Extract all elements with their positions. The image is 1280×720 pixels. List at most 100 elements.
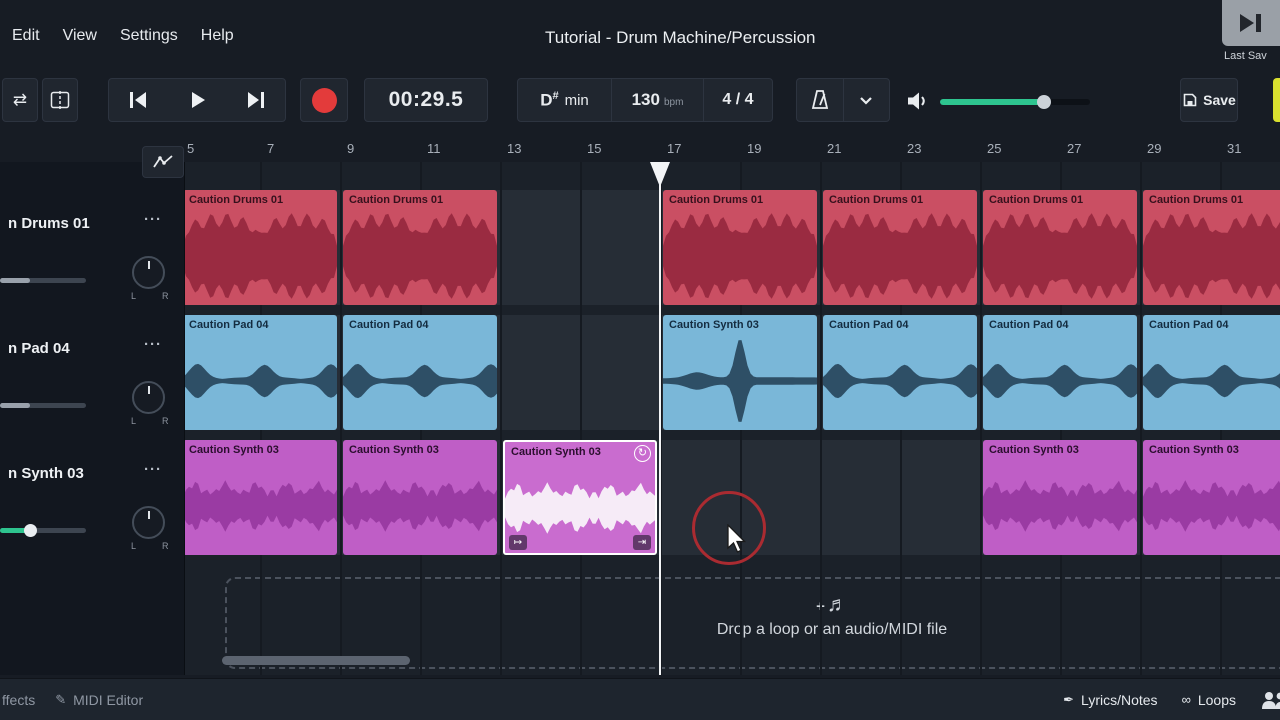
split-view-icon xyxy=(50,91,70,109)
volume-fill xyxy=(940,99,1044,105)
infinity-icon: ∞ xyxy=(1181,692,1191,707)
midi-editor-button[interactable]: ✎ MIDI Editor xyxy=(55,692,143,708)
clip-pad[interactable]: Caution Synth 03 xyxy=(663,315,817,430)
clip-label: Caution Drums 01 xyxy=(349,194,444,206)
save-button[interactable]: Save xyxy=(1180,78,1238,122)
clip-pad[interactable]: Caution Pad 04 xyxy=(823,315,977,430)
ruler-bar-number: 13 xyxy=(507,141,522,156)
timeline-ruler[interactable]: 5 7 9 11 13 15 17 19 21 23 25 27 29 31 xyxy=(185,132,1280,162)
loop-toggle-button[interactable]: ⇄ xyxy=(2,78,38,122)
waveform xyxy=(823,363,977,399)
automation-button[interactable] xyxy=(142,146,184,178)
volume-slider[interactable] xyxy=(0,403,86,408)
effects-button[interactable]: ffects xyxy=(2,692,35,708)
waveform xyxy=(185,480,337,532)
clip-pad[interactable]: Caution Pad 04 xyxy=(343,315,497,430)
clip-pad[interactable]: Caution Pad 04 xyxy=(185,315,337,430)
waveform xyxy=(983,213,1137,299)
waveform xyxy=(663,340,817,422)
loops-label: Loops xyxy=(1197,691,1236,708)
volume-fill xyxy=(0,403,30,408)
key-signature-button[interactable]: D# min xyxy=(518,79,611,121)
fade-out-icon[interactable]: ⇥ xyxy=(633,535,651,550)
menu-edit[interactable]: Edit xyxy=(12,27,40,45)
ruler-bar-number: 5 xyxy=(187,141,195,156)
menu-help[interactable]: Help xyxy=(201,27,234,45)
bottom-bar: ffects ✎ MIDI Editor ✒ Lyrics/Notes ∞ Lo… xyxy=(0,678,1280,720)
skip-to-end-button[interactable] xyxy=(226,79,285,121)
clip-synth[interactable]: Caution Synth 03 xyxy=(983,440,1137,555)
track-header-panel: n Drums 01 ··· L Rn Pad 04 ··· L Rn Synth 03 ··… xyxy=(0,162,185,675)
band-members-icon[interactable] xyxy=(1260,689,1280,711)
pan-left-label: L xyxy=(131,541,137,551)
time-signature-button[interactable]: 4 / 4 xyxy=(703,79,772,121)
track-name: n Pad 04 xyxy=(8,340,70,357)
quill-icon: ✒ xyxy=(1063,691,1075,707)
pen-icon: ✎ xyxy=(55,691,67,707)
bottom-bar-left: ffects ✎ MIDI Editor xyxy=(2,692,143,708)
split-view-button[interactable] xyxy=(42,78,78,122)
menu-view[interactable]: View xyxy=(63,27,97,45)
clip-label: Caution Synth 03 xyxy=(989,444,1079,456)
clip-synth[interactable]: Caution Synth 03 xyxy=(343,440,497,555)
clip-pad[interactable]: Caution Pad 04 xyxy=(983,315,1137,430)
volume-slider[interactable] xyxy=(0,278,86,283)
music-notes-icon: ♬ xyxy=(826,593,848,616)
clip-synth[interactable]: Caution Synth 03 xyxy=(185,440,337,555)
publish-button-partial[interactable] xyxy=(1273,78,1280,122)
bpm-button[interactable]: 130 bpm xyxy=(611,79,703,121)
ruler-bar-number: 29 xyxy=(1147,141,1162,156)
bpm-value: 130 xyxy=(631,90,660,109)
horizontal-scrollbar[interactable] xyxy=(222,656,410,665)
clips-area[interactable]: +♬ Drop a loop or an audio/MIDI file Cau… xyxy=(185,162,1280,675)
repeat-icon[interactable]: ↻ xyxy=(634,445,651,462)
key-mode-label: min xyxy=(564,91,589,109)
clip-drums[interactable]: Caution Drums 01 xyxy=(823,190,977,305)
lyrics-notes-button[interactable]: ✒ Lyrics/Notes xyxy=(1063,692,1157,708)
clip-synth[interactable]: Caution Synth 03 ↻ ↦ ⇥ xyxy=(503,440,657,555)
menu-settings[interactable]: Settings xyxy=(120,27,178,45)
clip-synth[interactable]: Caution Synth 03 xyxy=(1143,440,1280,555)
grid-line xyxy=(820,162,822,675)
clip-label: Caution Pad 04 xyxy=(829,319,909,331)
clip-label: Caution Pad 04 xyxy=(349,319,429,331)
metronome-button[interactable] xyxy=(797,79,843,121)
playhead-marker[interactable] xyxy=(649,162,671,188)
ruler-bar-number: 23 xyxy=(907,141,922,156)
volume-handle[interactable] xyxy=(1037,95,1051,109)
waveform xyxy=(1143,213,1280,299)
clip-drums[interactable]: Caution Drums 01 xyxy=(663,190,817,305)
metronome-options-button[interactable] xyxy=(842,79,889,121)
waveform xyxy=(663,213,817,299)
track-menu-button[interactable]: ··· xyxy=(144,211,162,228)
video-overlay-thumbnail[interactable] xyxy=(1222,0,1280,46)
record-button[interactable] xyxy=(300,78,348,122)
transport-controls xyxy=(108,78,286,122)
volume-slider[interactable] xyxy=(0,528,86,533)
clip-drums[interactable]: Caution Drums 01 xyxy=(343,190,497,305)
track-menu-button[interactable]: ··· xyxy=(144,461,162,478)
pan-left-label: L xyxy=(131,416,137,426)
track-name: n Drums 01 xyxy=(8,215,90,232)
pan-knob[interactable] xyxy=(132,506,165,539)
master-volume-slider[interactable] xyxy=(940,95,1090,109)
clip-label: Caution Drums 01 xyxy=(989,194,1084,206)
fade-in-icon[interactable]: ↦ xyxy=(509,535,527,550)
playhead[interactable] xyxy=(659,162,661,675)
volume-icon[interactable] xyxy=(906,89,932,113)
clip-drums[interactable]: Caution Drums 01 xyxy=(983,190,1137,305)
loops-button[interactable]: ∞ Loops xyxy=(1182,692,1236,708)
clip-pad[interactable]: Caution Pad 04 xyxy=(1143,315,1280,430)
pan-knob[interactable] xyxy=(132,256,165,289)
pan-knob[interactable] xyxy=(132,381,165,414)
volume-handle[interactable] xyxy=(24,524,37,537)
ruler-bar-number: 21 xyxy=(827,141,842,156)
clip-drums[interactable]: Caution Drums 01 xyxy=(185,190,337,305)
track-header: n Drums 01 ··· L R xyxy=(0,190,185,305)
track-header: n Pad 04 ··· L R xyxy=(0,315,185,430)
clip-label: Caution Drums 01 xyxy=(189,194,284,206)
track-menu-button[interactable]: ··· xyxy=(144,336,162,353)
skip-to-start-button[interactable] xyxy=(109,79,168,121)
clip-drums[interactable]: Caution Drums 01 xyxy=(1143,190,1280,305)
play-button[interactable] xyxy=(168,79,227,121)
